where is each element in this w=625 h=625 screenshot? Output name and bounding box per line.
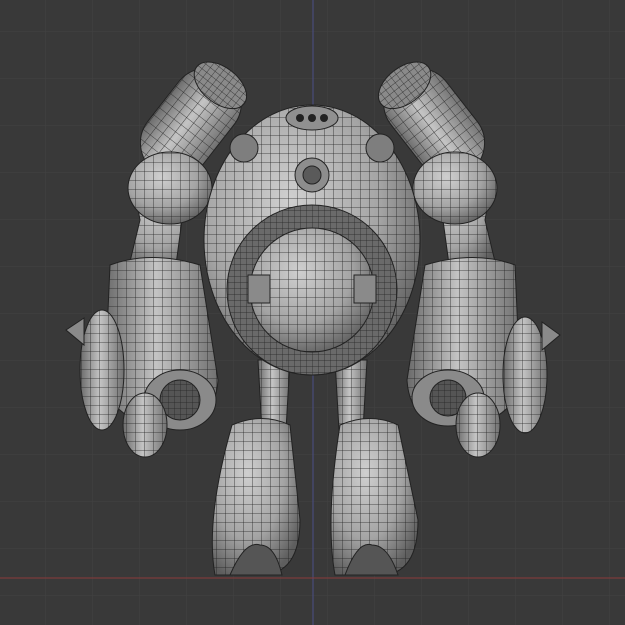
3d-viewport[interactable] <box>0 0 625 625</box>
